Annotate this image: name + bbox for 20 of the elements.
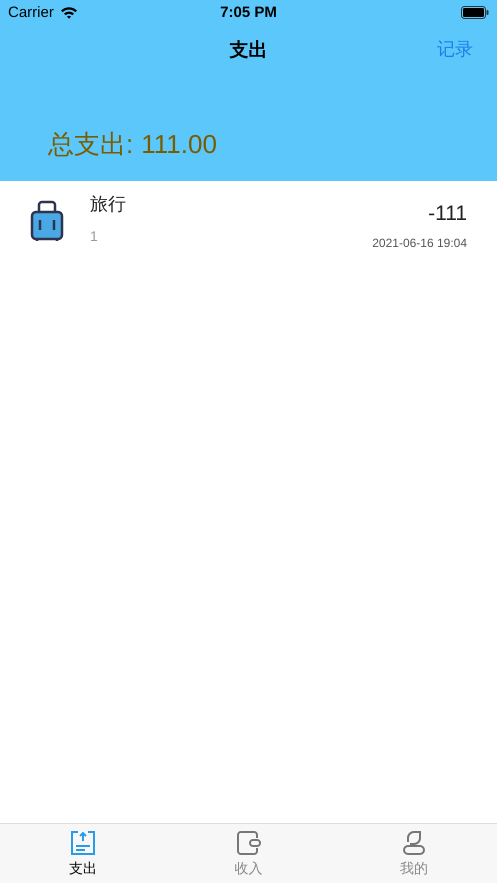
tab-item[interactable]: 我的 — [331, 824, 497, 883]
category-name: 旅行 — [90, 193, 127, 216]
screen-title: 支出 — [230, 39, 268, 63]
wifi-icon — [60, 6, 78, 19]
total-label: 总支出: — [48, 128, 134, 161]
record-amount: -111 — [428, 202, 467, 226]
document-upload-icon — [70, 830, 96, 856]
wallet-icon — [236, 830, 262, 856]
status-time: 7:05 PM — [220, 4, 277, 21]
tab-item[interactable]: 收入 — [166, 824, 332, 883]
record-row[interactable]: 旅行 1 -111 2021-06-16 19:04 — [0, 181, 497, 261]
tab-item[interactable]: 支出 — [0, 824, 166, 883]
record-date: 2021-06-16 19:04 — [372, 236, 467, 250]
total-amount: 111.00 — [141, 129, 217, 160]
battery-icon — [460, 6, 489, 19]
record-button[interactable]: 记录 — [437, 37, 473, 61]
carrier-name: Carrier — [8, 4, 54, 21]
person-icon — [401, 830, 428, 856]
record-note: 1 — [90, 228, 99, 244]
suitcase-icon — [30, 199, 64, 243]
